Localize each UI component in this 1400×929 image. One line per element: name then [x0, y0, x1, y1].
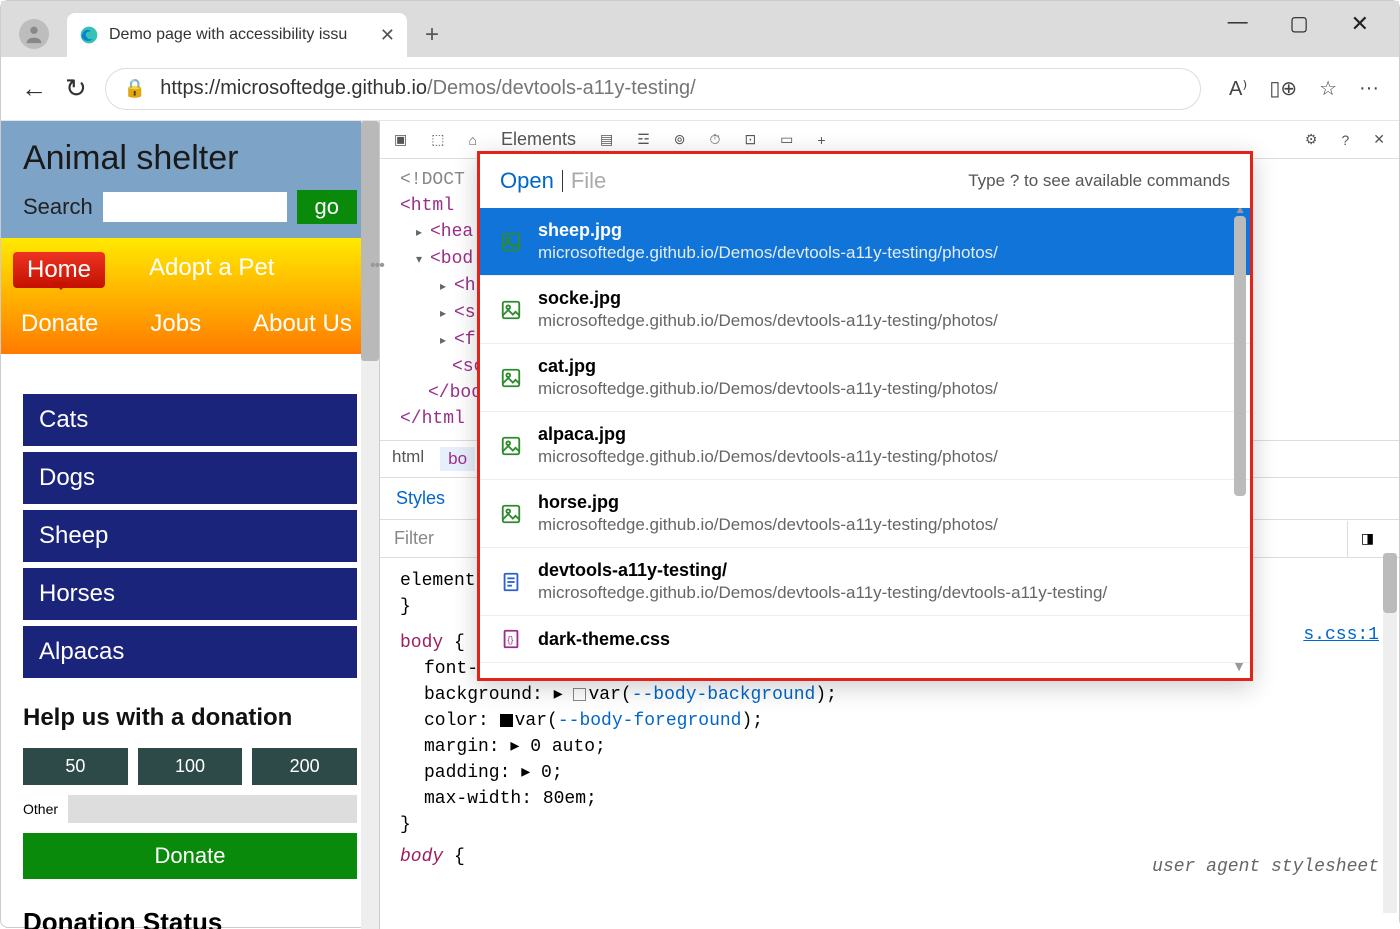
- category-alpacas[interactable]: Alpacas: [23, 626, 357, 678]
- browser-tab[interactable]: Demo page with accessibility issu ✕: [67, 13, 407, 57]
- palette-open-label: Open: [500, 168, 554, 194]
- window-titlebar: Demo page with accessibility issu ✕ + — …: [1, 1, 1399, 57]
- palette-scrollbar[interactable]: [1234, 216, 1246, 496]
- profile-avatar[interactable]: [19, 19, 49, 49]
- donate-button[interactable]: Donate: [23, 833, 357, 879]
- more-tabs-icon[interactable]: +: [817, 132, 825, 148]
- refresh-button[interactable]: ↻: [65, 73, 87, 104]
- nav-adopt[interactable]: Adopt a Pet: [141, 252, 282, 288]
- amount-50[interactable]: 50: [23, 748, 128, 785]
- category-sheep[interactable]: Sheep: [23, 510, 357, 562]
- more-icon[interactable]: ···: [1359, 77, 1379, 100]
- category-cats[interactable]: Cats: [23, 394, 357, 446]
- memory-icon[interactable]: ⊡: [744, 131, 756, 148]
- performance-icon[interactable]: ⏱: [710, 131, 721, 148]
- palette-results: ▲ ▼ sheep.jpgmicrosoftedge.github.io/Dem…: [480, 208, 1250, 678]
- reader-icon[interactable]: ▯⊕: [1269, 76, 1297, 101]
- network-icon[interactable]: ⊚: [674, 131, 686, 148]
- edge-icon: [79, 25, 99, 45]
- minimize-button[interactable]: —: [1228, 11, 1248, 37]
- category-dogs[interactable]: Dogs: [23, 452, 357, 504]
- palette-hint: Type ? to see available commands: [968, 171, 1230, 191]
- nav-about[interactable]: About Us: [245, 308, 360, 340]
- close-tab-icon[interactable]: ✕: [380, 25, 395, 46]
- other-label: Other: [23, 801, 58, 817]
- favorite-icon[interactable]: ☆: [1319, 76, 1337, 101]
- page-scrollbar[interactable]: [361, 121, 379, 929]
- elements-tab[interactable]: Elements: [501, 129, 576, 150]
- category-horses[interactable]: Horses: [23, 568, 357, 620]
- palette-result[interactable]: sheep.jpgmicrosoftedge.github.io/Demos/d…: [480, 208, 1250, 276]
- nav-home[interactable]: Home: [13, 252, 105, 288]
- dom-more-icon[interactable]: •••: [370, 257, 384, 275]
- issues-icon[interactable]: ☲: [637, 131, 650, 148]
- palette-result[interactable]: socke.jpgmicrosoftedge.github.io/Demos/d…: [480, 276, 1250, 344]
- stylesheet-link[interactable]: s.css:1: [1303, 622, 1379, 648]
- lock-icon: 🔒: [124, 78, 146, 99]
- styles-tab[interactable]: Styles: [396, 488, 445, 509]
- url-host: https://microsoftedge.github.io: [160, 77, 427, 99]
- new-tab-button[interactable]: +: [425, 21, 439, 49]
- other-amount-input[interactable]: [68, 795, 357, 823]
- address-bar: ← ↻ 🔒 https://microsoftedge.github.io/De…: [1, 57, 1399, 121]
- read-aloud-icon[interactable]: A⁾: [1229, 76, 1247, 101]
- inspect-icon[interactable]: ▣: [394, 131, 407, 148]
- amount-200[interactable]: 200: [252, 748, 357, 785]
- console-icon[interactable]: ▤: [600, 131, 613, 148]
- palette-result[interactable]: devtools-a11y-testing/microsoftedge.gith…: [480, 548, 1250, 616]
- device-icon[interactable]: ⬚: [431, 131, 444, 148]
- donation-status-heading: Donation Status: [23, 907, 357, 929]
- webpage-viewport: Animal shelter Search go Home Adopt a Pe…: [1, 121, 379, 929]
- help-icon[interactable]: ?: [1341, 132, 1349, 148]
- palette-result[interactable]: cat.jpgmicrosoftedge.github.io/Demos/dev…: [480, 344, 1250, 412]
- page-title: Animal shelter: [23, 139, 357, 178]
- palette-result[interactable]: horse.jpgmicrosoftedge.github.io/Demos/d…: [480, 480, 1250, 548]
- go-button[interactable]: go: [297, 190, 357, 224]
- back-button[interactable]: ←: [21, 73, 47, 104]
- main-nav: Home Adopt a Pet Donate Jobs About Us: [1, 238, 379, 354]
- welcome-icon[interactable]: ⌂: [468, 132, 476, 148]
- url-path: /Demos/devtools-a11y-testing/: [427, 77, 696, 99]
- maximize-button[interactable]: ▢: [1290, 11, 1309, 37]
- search-label: Search: [23, 194, 93, 220]
- palette-result[interactable]: alpaca.jpgmicrosoftedge.github.io/Demos/…: [480, 412, 1250, 480]
- tab-title: Demo page with accessibility issu: [109, 26, 370, 44]
- settings-icon[interactable]: ⚙: [1305, 131, 1318, 148]
- user-agent-label: user agent stylesheet: [1152, 854, 1379, 880]
- nav-jobs[interactable]: Jobs: [142, 308, 209, 340]
- nav-donate[interactable]: Donate: [13, 308, 106, 340]
- donation-heading: Help us with a donation: [23, 704, 357, 732]
- command-palette: Open File Type ? to see available comman…: [477, 151, 1253, 681]
- svg-text:{}: {}: [507, 635, 513, 645]
- amount-100[interactable]: 100: [138, 748, 243, 785]
- application-icon[interactable]: ▭: [780, 131, 793, 148]
- search-input[interactable]: [103, 192, 287, 222]
- window-close-button[interactable]: ✕: [1351, 11, 1369, 37]
- devtools-close-icon[interactable]: ✕: [1373, 131, 1385, 148]
- palette-placeholder[interactable]: File: [571, 168, 606, 194]
- devtools-scrollbar[interactable]: [1383, 553, 1397, 913]
- palette-result[interactable]: {}dark-theme.css: [480, 616, 1250, 663]
- toggle-sidebar-icon[interactable]: ◨: [1347, 521, 1387, 557]
- url-box[interactable]: 🔒 https://microsoftedge.github.io/Demos/…: [105, 68, 1201, 110]
